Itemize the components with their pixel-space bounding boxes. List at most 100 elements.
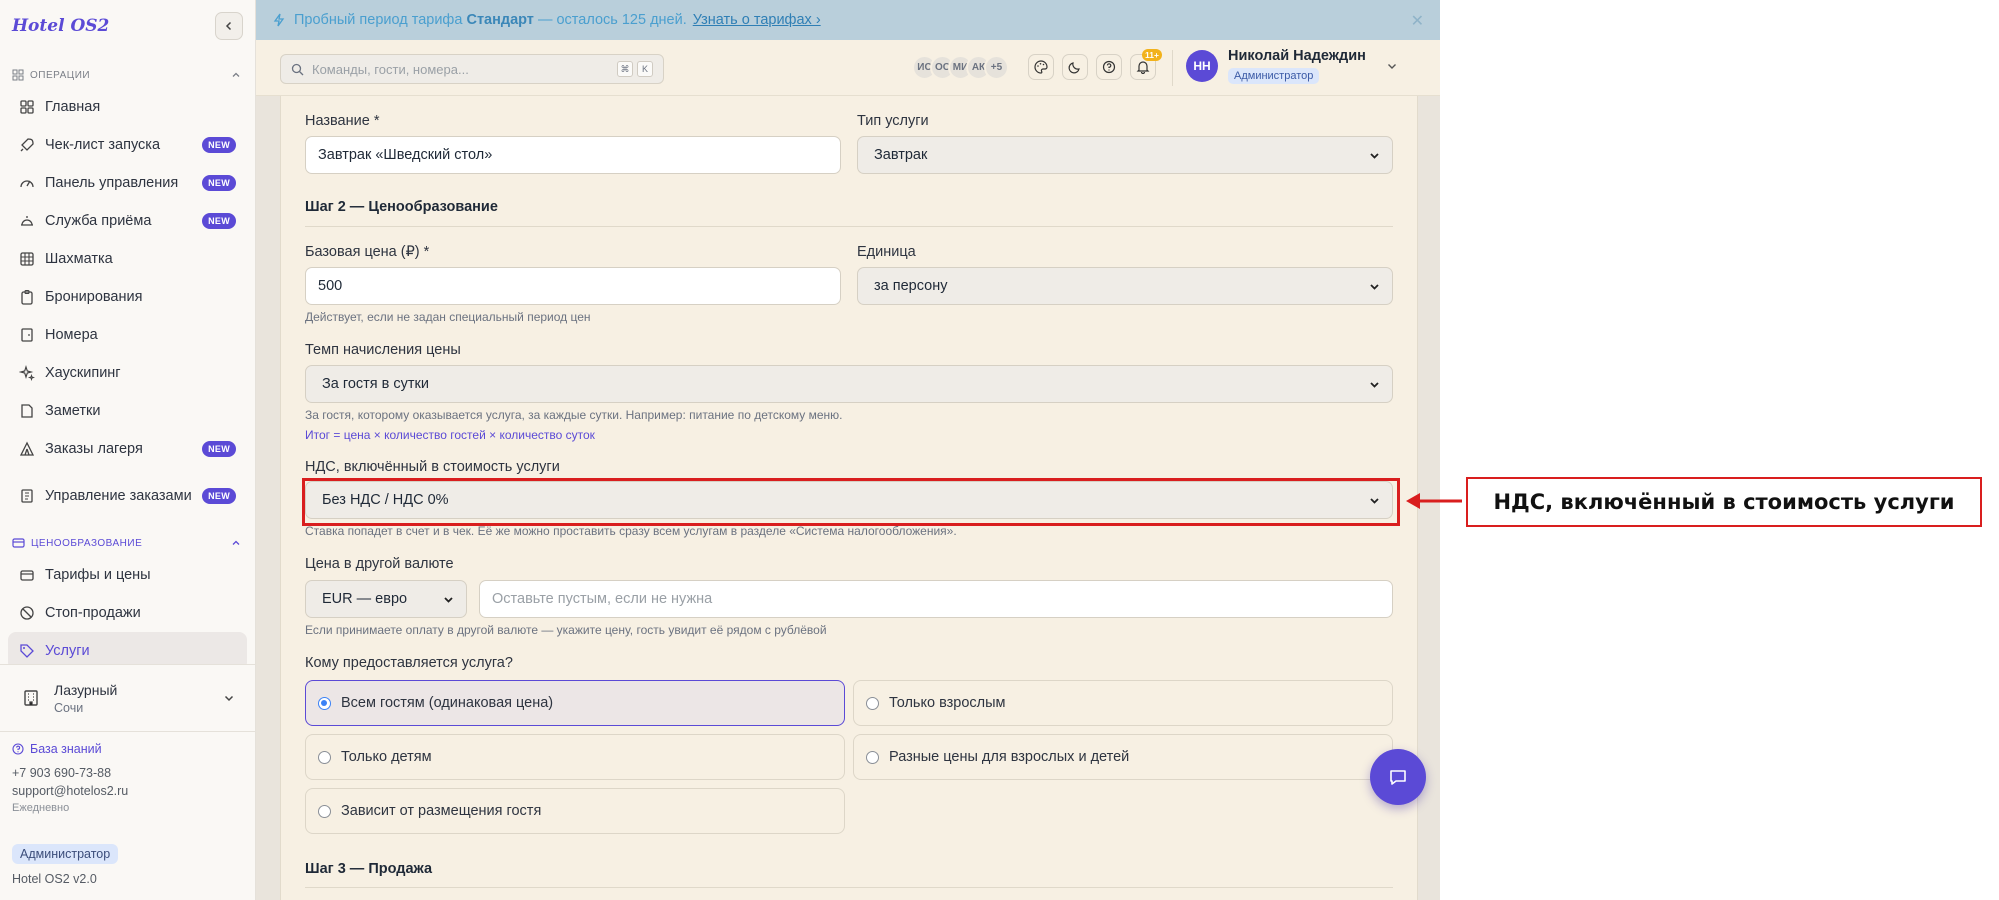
rate-hint: За гостя, которому оказывается услуга, з… (305, 408, 843, 422)
banner-suffix: — осталось 125 дней. (537, 12, 687, 28)
sidebar-item-bookings[interactable]: Бронирования (8, 278, 247, 316)
sidebar-item-housekeeping[interactable]: Хаускипинг (8, 354, 247, 392)
chevron-down-icon (1387, 64, 1396, 69)
sidebar-item-label: Чек-лист запуска (45, 136, 161, 153)
section-operations-title: ОПЕРАЦИИ (30, 69, 91, 81)
service-type-select[interactable]: Завтрак (857, 136, 1393, 174)
rate-formula: Итог = цена × количество гостей × количе… (305, 428, 595, 442)
sidebar-item-label: Тарифы и цены (45, 566, 151, 583)
support-email[interactable]: support@hotelos2.ru (12, 784, 128, 798)
receipt-icon (21, 489, 33, 503)
sidebar-item-chessboard[interactable]: Шахматка (8, 240, 247, 278)
step-2-title: Шаг 2 — Ценообразование (305, 199, 498, 215)
search-icon (291, 63, 304, 75)
wallet-icon (20, 570, 34, 581)
tag-icon (20, 644, 34, 658)
base-price-input[interactable]: 500 (305, 267, 841, 305)
knowledge-base-link[interactable]: База знаний (12, 742, 128, 756)
name-input[interactable]: Завтрак «Шведский стол» (305, 136, 841, 174)
sidebar-item-camp-orders[interactable]: Заказы лагеря NEW (8, 430, 247, 468)
hotel-name: Лазурный (54, 681, 118, 698)
layers-icon (12, 69, 24, 81)
radio-unchecked (866, 750, 879, 764)
support-block: База знаний +7 903 690-73-88 support@hot… (12, 742, 128, 814)
sidebar-item-label: Номера (45, 326, 98, 343)
hotel-switcher[interactable]: Лазурный Сочи (0, 664, 255, 732)
app-window: Hotel OS2 ОПЕРАЦИИ Главная Чек-лист запу… (0, 0, 1440, 900)
divider (305, 226, 1393, 227)
pricing-link[interactable]: Узнать о тарифах › (693, 12, 821, 28)
new-badge: NEW (202, 175, 236, 191)
rate-select[interactable]: За гостя в сутки (305, 365, 1393, 403)
audience-option-adults[interactable]: Только взрослым (853, 680, 1393, 726)
currency-price-input[interactable]: Оставьте пустым, если не нужна (479, 580, 1393, 618)
cmd-key: ⌘ (617, 61, 633, 77)
help-circle-icon (12, 743, 24, 755)
audience-option-label: Зависит от размещения гостя (341, 803, 542, 819)
sidebar-item-dashboard[interactable]: Панель управления NEW (8, 164, 247, 202)
audience-option-split[interactable]: Разные цены для взрослых и детей (853, 734, 1393, 780)
currency-select[interactable]: EUR — евро (305, 580, 467, 618)
dark-mode-button[interactable] (1062, 54, 1088, 80)
palette-icon (1034, 60, 1048, 74)
radio-unchecked (866, 696, 879, 710)
rate-label: Темп начисления цены (305, 342, 461, 358)
user-avatar: НН (1186, 50, 1218, 82)
new-badge: NEW (202, 441, 236, 457)
unit-select[interactable]: за персону (857, 267, 1393, 305)
radio-checked (318, 696, 331, 710)
audience-option-children[interactable]: Только детям (305, 734, 845, 780)
new-badge: NEW (202, 137, 236, 153)
audience-option-label: Всем гостям (одинаковая цена) (341, 695, 554, 711)
sidebar-item-label: Управление заказами (45, 487, 192, 504)
user-menu[interactable]: НН Николай Надеждин Администратор (1186, 48, 1398, 84)
sidebar-item-label: Шахматка (45, 250, 113, 267)
sidebar-scroll-area[interactable]: ОПЕРАЦИИ Главная Чек-лист запуска NEW Па… (0, 62, 255, 664)
section-operations[interactable]: ОПЕРАЦИИ (0, 62, 255, 88)
divider (305, 887, 1393, 888)
chevron-down-icon (1370, 152, 1379, 159)
search-placeholder: Команды, гости, номера... (312, 61, 469, 77)
sidebar: Hotel OS2 ОПЕРАЦИИ Главная Чек-лист запу… (0, 0, 256, 900)
vat-field-highlight (302, 478, 1400, 526)
section-pricing[interactable]: ЦЕНООБРАЗОВАНИЕ (0, 530, 255, 556)
top-bar: Команды, гости, номера... ⌘ K ИС ОС МИ А… (256, 40, 1440, 96)
audience-option-label: Разные цены для взрослых и детей (889, 749, 1130, 765)
search-input[interactable]: Команды, гости, номера... ⌘ K (280, 54, 664, 84)
audience-option-label: Только взрослым (889, 695, 1006, 711)
help-button[interactable] (1096, 54, 1122, 80)
trial-banner: Пробный период тарифа Стандарт — осталос… (256, 0, 1440, 40)
currency-hint: Если принимаете оплату в другой валюте —… (305, 623, 827, 637)
support-phone[interactable]: +7 903 690-73-88 (12, 766, 128, 780)
tent-icon (19, 441, 35, 456)
sidebar-item-front-desk[interactable]: Служба приёма NEW (8, 202, 247, 240)
audience-option-all[interactable]: Всем гостям (одинаковая цена) (305, 680, 845, 726)
sidebar-item-rooms[interactable]: Номера (8, 316, 247, 354)
bell-icon (1136, 61, 1150, 74)
ban-icon (20, 606, 34, 620)
sidebar-item-home[interactable]: Главная (8, 88, 247, 126)
unit-value: за персону (874, 278, 948, 294)
annotation-callout: НДС, включённый в стоимость услуги (1466, 477, 1982, 527)
sidebar-item-launch-checklist[interactable]: Чек-лист запуска NEW (8, 126, 247, 164)
online-users[interactable]: ИС ОС МИ АК +5 (912, 55, 1009, 80)
sidebar-item-stop-sales[interactable]: Стоп-продажи (8, 594, 247, 632)
sidebar-item-notes[interactable]: Заметки (8, 392, 247, 430)
role-badge: Администратор (12, 844, 119, 864)
theme-palette-button[interactable] (1028, 54, 1054, 80)
chevron-left-icon (225, 21, 232, 31)
rate-value: За гостя в сутки (322, 376, 429, 392)
sidebar-item-rates[interactable]: Тарифы и цены (8, 556, 247, 594)
note-icon (21, 404, 33, 418)
close-banner-icon[interactable]: ✕ (1411, 11, 1424, 31)
audience-option-placement[interactable]: Зависит от размещения гостя (305, 788, 845, 834)
sidebar-item-services[interactable]: Услуги (8, 632, 247, 664)
collapse-sidebar-button[interactable] (215, 12, 243, 40)
sidebar-item-order-management[interactable]: Управление заказами NEW (8, 468, 247, 524)
new-badge: NEW (202, 488, 236, 504)
notifications-button[interactable]: 11+ (1130, 49, 1162, 80)
chat-button[interactable] (1370, 749, 1426, 805)
clipboard-icon (21, 289, 33, 305)
base-price-hint: Действует, если не задан специальный пер… (305, 310, 591, 324)
support-hours: Ежедневно (12, 802, 70, 814)
